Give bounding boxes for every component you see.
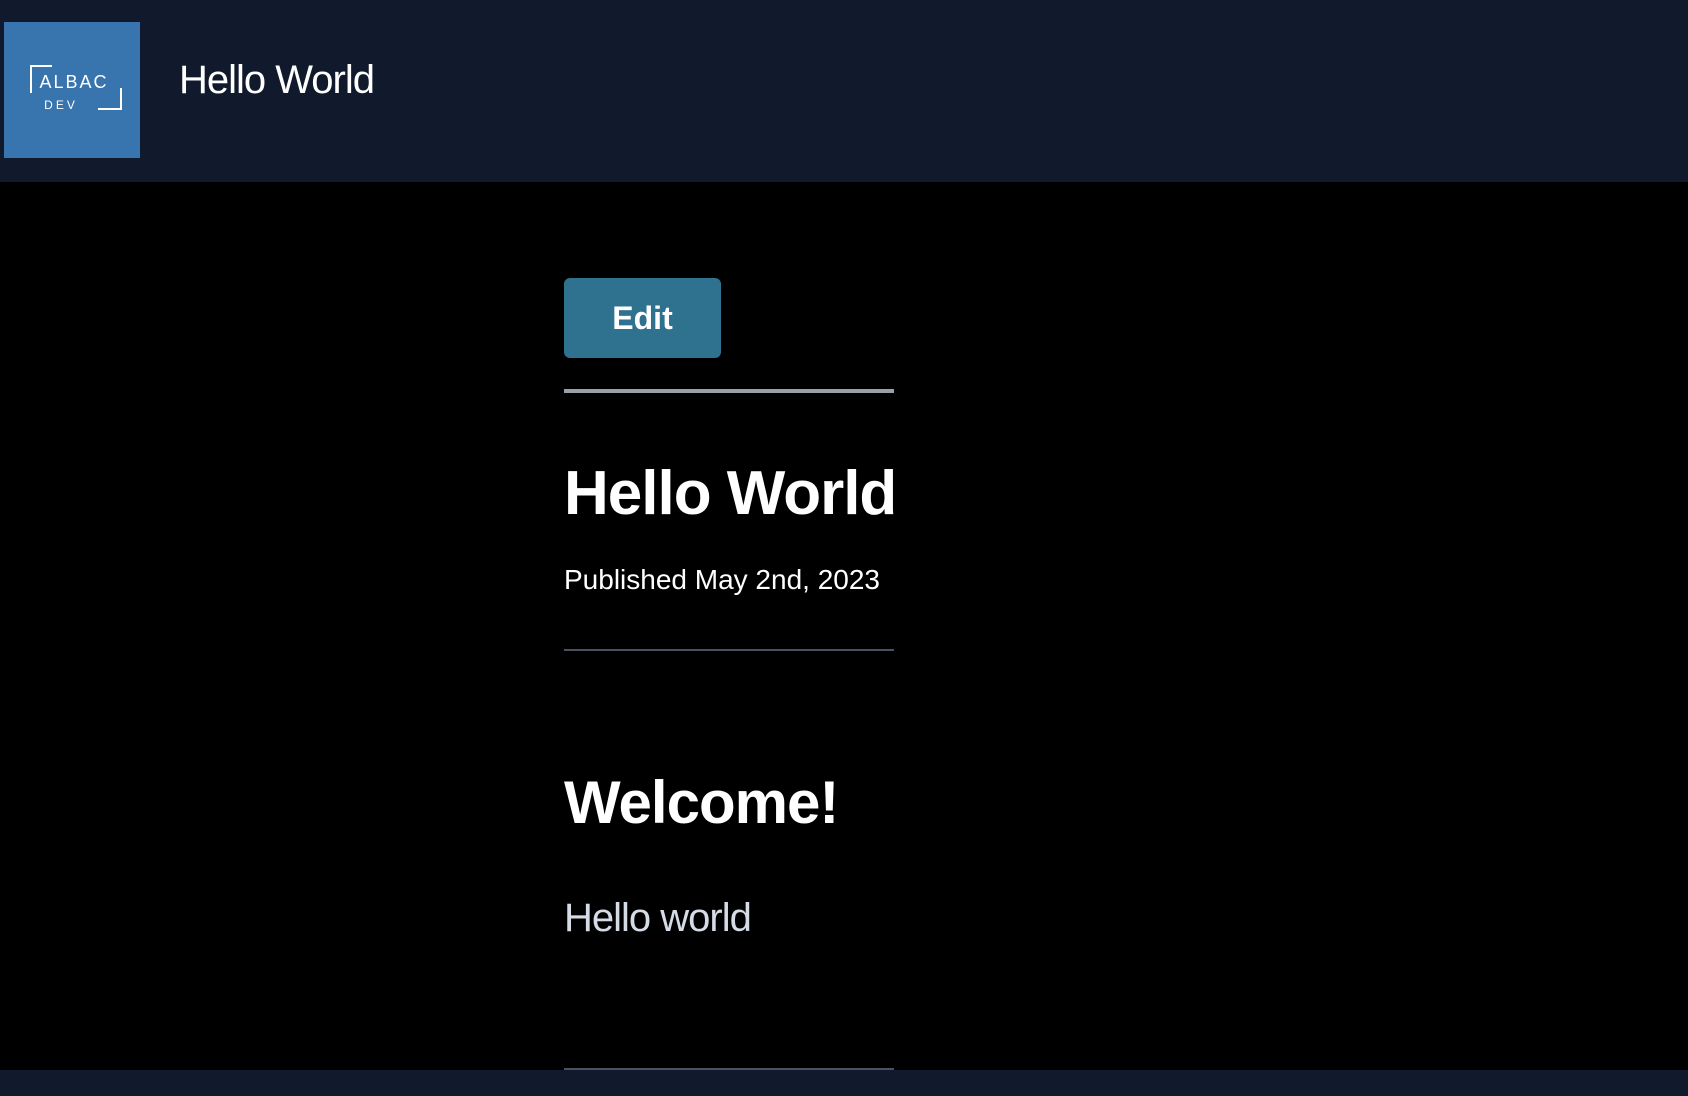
site-header: ALBAC DEV Hello World <box>0 0 1688 182</box>
logo-text: ALBAC <box>39 72 109 92</box>
post-title: Hello World <box>564 459 897 528</box>
logo[interactable]: ALBAC DEV <box>4 22 140 158</box>
content-body: Hello world <box>564 896 752 940</box>
divider <box>564 389 894 393</box>
divider <box>564 649 894 651</box>
edit-button[interactable]: Edit <box>564 278 721 358</box>
site-title[interactable]: Hello World <box>179 58 375 103</box>
content-heading: Welcome! <box>564 769 839 836</box>
footer <box>0 1070 1688 1096</box>
published-date: Published May 2nd, 2023 <box>564 564 880 595</box>
logo-subtext: DEV <box>44 98 78 112</box>
